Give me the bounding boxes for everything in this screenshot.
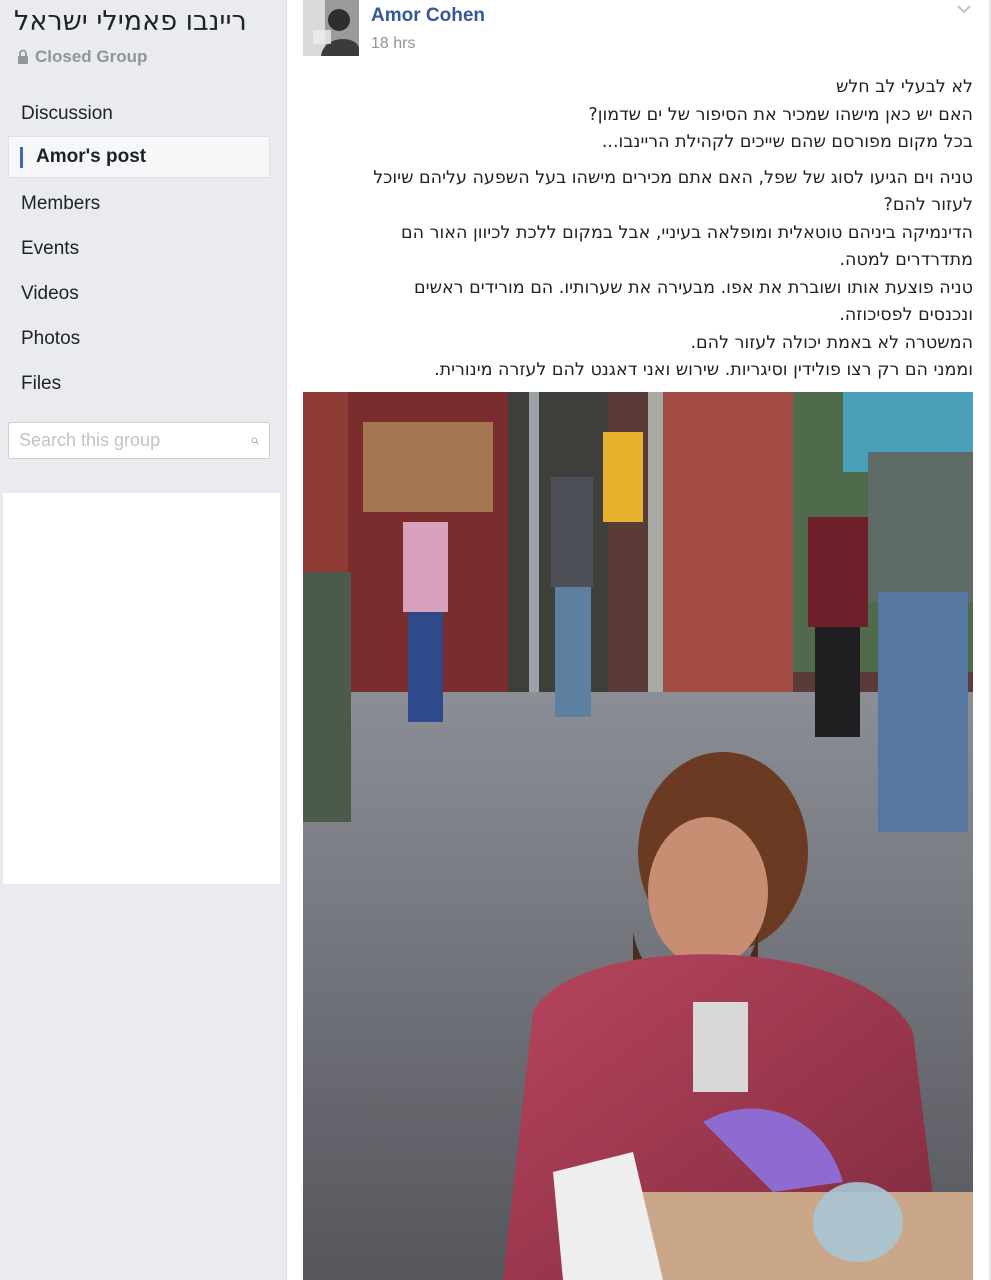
- nav-discussion[interactable]: Discussion: [8, 91, 270, 136]
- nav-files[interactable]: Files: [8, 361, 270, 406]
- street-scene-image: [303, 392, 973, 1280]
- post-text-line: ונכנסים לפסיכוזה.: [839, 305, 973, 325]
- post-card: Amor Cohen 18 hrs לא לבעלי לב חלש האם יש…: [286, 0, 990, 1280]
- search-input[interactable]: [19, 430, 251, 451]
- author-name[interactable]: Amor Cohen: [371, 5, 485, 27]
- post-text-line: המשטרה לא באמת יכולה לעזור להם.: [690, 332, 973, 353]
- nav-photos[interactable]: Photos: [8, 316, 270, 361]
- post-body: לא לבעלי לב חלש האם יש כאן מישהו שמכיר א…: [303, 74, 973, 385]
- post-text-line: לא לבעלי לב חלש: [835, 77, 973, 97]
- lock-icon: [18, 49, 28, 64]
- nav-members[interactable]: Members: [8, 181, 270, 226]
- post-text-line: בכל מקום מפורסם שהם שייכים לקהילת הריינב…: [601, 132, 973, 152]
- post-text-line: טניה וים הגיעו לסוג של שפל, האם אתם מכיר…: [373, 167, 973, 188]
- chevron-down-icon[interactable]: [955, 2, 973, 16]
- post-text-line: מתדרדרים למטה.: [839, 250, 973, 270]
- author-avatar[interactable]: [303, 0, 359, 56]
- group-privacy-label: Closed Group: [17, 47, 147, 67]
- privacy-text: Closed Group: [35, 47, 148, 66]
- group-nav: Discussion Amor's post Members Events Vi…: [8, 91, 270, 406]
- avatar-image: [303, 0, 359, 56]
- sidebar-blank-panel: [3, 493, 280, 884]
- nav-videos[interactable]: Videos: [8, 271, 270, 316]
- post-text-line: האם יש כאן מישהו שמכיר את הסיפור של ים ש…: [588, 104, 973, 125]
- group-name[interactable]: ריינבו פאמילי ישראל: [14, 6, 247, 37]
- post-text-line: טניה פוצעת אותו ושוברת את אפו. מבעירה את…: [414, 277, 973, 298]
- post-text-line: וממני הם רק רצו פולידין וסיגריות. שירוש …: [434, 360, 973, 380]
- post-text-line: הדינמיקה ביניהם טוטאלית ומופלאה בעיניי, …: [401, 222, 973, 243]
- group-sidebar: ריינבו פאמילי ישראל Closed Group Discuss…: [0, 0, 285, 1280]
- nav-amors-post[interactable]: Amor's post: [8, 136, 270, 178]
- post-timestamp[interactable]: 18 hrs: [371, 35, 415, 53]
- group-search: [8, 422, 270, 459]
- post-photo[interactable]: [303, 392, 973, 1280]
- nav-events[interactable]: Events: [8, 226, 270, 271]
- search-icon[interactable]: [251, 430, 259, 452]
- post-text-line: לעזור להם?: [883, 195, 973, 215]
